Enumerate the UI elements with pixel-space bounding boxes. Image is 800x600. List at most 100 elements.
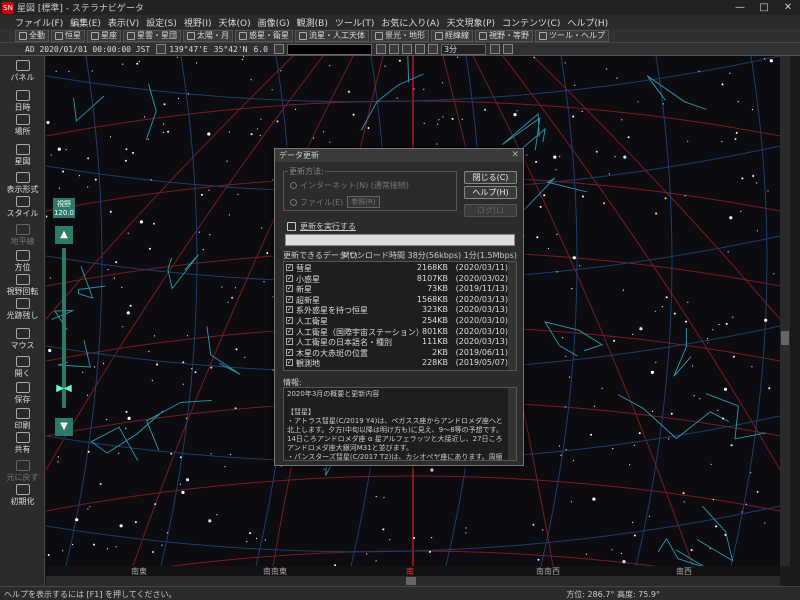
star	[49, 277, 51, 279]
sidebar-fov-rotation[interactable]: 視野回転	[2, 274, 43, 297]
toolbar-fov-button[interactable]: 視野・等野	[475, 29, 533, 42]
toolbar-all-button[interactable]: 全動	[15, 29, 49, 42]
item-checkbox[interactable]: ✓	[286, 264, 293, 271]
data-list-item[interactable]: ✓ 超新星 1568KB (2020/03/13)	[286, 295, 508, 305]
menu-phenomena[interactable]: 天文現象(P)	[447, 16, 495, 29]
longitude-field[interactable]: 139°47'E	[169, 45, 208, 54]
dialog-help-button[interactable]: ヘルプ(H)	[464, 186, 517, 199]
time-step-select[interactable]: 3分	[440, 43, 486, 55]
rewind-icon[interactable]	[375, 44, 386, 54]
data-list-item[interactable]: ✓ 新星 73KB (2019/11/13)	[286, 284, 508, 294]
sidebar-panel[interactable]: パネル	[2, 60, 43, 83]
minimize-button[interactable]: —	[728, 0, 752, 15]
horizontal-scroll-thumb[interactable]	[406, 577, 416, 585]
toolbar-gridlines-button[interactable]: 経緯線	[431, 29, 473, 42]
toolbar-tools-help-button[interactable]: ツール・ヘルプ	[535, 29, 609, 42]
sidebar-undo[interactable]: 元に戻す	[2, 460, 43, 483]
magnitude-field[interactable]: 6.0	[253, 45, 267, 54]
dialog-close-button[interactable]: 閉じる(C)	[464, 171, 517, 184]
sidebar-style[interactable]: スタイル	[2, 196, 43, 219]
date-field[interactable]: AD 2020/01/01 00:00:00 JST	[25, 45, 150, 54]
sidebar-datetime[interactable]: 日時	[2, 90, 43, 113]
item-date: (2020/03/10)	[455, 326, 508, 336]
toolbar-meteors-button[interactable]: 流星・人工天体	[295, 29, 369, 42]
data-list-item[interactable]: ✓ 小惑星 8107KB (2020/03/02)	[286, 274, 508, 284]
dialog-close-icon[interactable]: ✕	[511, 149, 519, 162]
location-icon[interactable]	[156, 44, 167, 54]
sidebar-print[interactable]: 印刷	[2, 408, 43, 431]
toolbar-stars-button[interactable]: 恒星	[51, 29, 85, 42]
item-checkbox[interactable]: ✓	[286, 327, 293, 335]
data-list-item[interactable]: ✓ 観測地 228KB (2019/05/07)	[286, 358, 508, 368]
data-list-item[interactable]: ✓ 人工衛星の日本語名・種別 111KB (2020/03/13)	[286, 337, 508, 347]
menu-settings[interactable]: 設定(S)	[146, 16, 177, 29]
toolbar-nebula-button[interactable]: 星雲・星団	[123, 29, 181, 42]
item-checkbox[interactable]: ✓	[286, 338, 293, 346]
close-window-button[interactable]: ✕	[776, 0, 800, 15]
data-list-item[interactable]: ✓ 彗星 2168KB (2020/03/11)	[286, 263, 508, 273]
info-textbox[interactable]: 2020年3月の概要と更新内容 【彗星】 ・アトラス彗星(C/2019 Y4)は、…	[283, 387, 517, 461]
zoom-slider-handle[interactable]: ▶◀	[53, 383, 75, 394]
item-checkbox[interactable]: ✓	[286, 359, 293, 367]
data-list-item[interactable]: ✓ 木星の大赤斑の位置 2KB (2019/06/11)	[286, 348, 508, 358]
horizontal-scrollbar[interactable]	[46, 576, 780, 586]
radio-internet[interactable]: インターネット(N) (通常接続)	[290, 180, 409, 191]
menu-favorites[interactable]: お気に入り(A)	[381, 16, 439, 29]
menu-observe[interactable]: 観測(B)	[297, 16, 328, 29]
sidebar-horizon[interactable]: 地平線	[2, 224, 43, 247]
vertical-scrollbar[interactable]	[780, 56, 790, 566]
menu-edit[interactable]: 編集(E)	[70, 16, 101, 29]
menu-fov[interactable]: 視野(I)	[184, 16, 212, 29]
play-icon[interactable]	[414, 44, 425, 54]
fast-forward-icon[interactable]	[427, 44, 438, 54]
item-checkbox[interactable]: ✓	[286, 348, 293, 356]
magnitude-dropdown-icon[interactable]	[273, 44, 284, 54]
menu-tools[interactable]: ツール(T)	[335, 16, 375, 29]
sidebar-mouse[interactable]: マウス	[2, 328, 43, 351]
toolbar-landscape-button[interactable]: 景光・地形	[371, 29, 429, 42]
step-back-2-icon[interactable]	[489, 44, 500, 54]
menu-view[interactable]: 表示(V)	[108, 16, 139, 29]
data-list-item[interactable]: ✓ 人工衛星 254KB (2020/03/10)	[286, 316, 508, 326]
toolbar-constellations-button[interactable]: 星座	[87, 29, 121, 42]
zoom-out-button[interactable]: ▼	[55, 418, 73, 436]
toolbar-planets-button[interactable]: 惑星・衛星	[235, 29, 293, 42]
data-list-item[interactable]: ✓ 系外惑星を持つ恒星 323KB (2020/03/13)	[286, 305, 508, 315]
menu-image[interactable]: 画像(G)	[258, 16, 290, 29]
sidebar-direction[interactable]: 方位	[2, 250, 43, 273]
item-checkbox[interactable]: ✓	[286, 285, 293, 293]
sidebar-save[interactable]: 保存	[2, 382, 43, 405]
vertical-scroll-thumb[interactable]	[781, 331, 789, 345]
info-scrollbar[interactable]	[508, 388, 516, 460]
radio-file[interactable]: ファイル(E) 参照(R)	[290, 196, 380, 208]
menu-help[interactable]: ヘルプ(H)	[567, 16, 608, 29]
sidebar-starmap[interactable]: 星図	[2, 144, 43, 167]
maximize-button[interactable]: □	[752, 0, 776, 15]
step-forward-icon[interactable]	[502, 44, 513, 54]
execute-update-link[interactable]: 更新を実行する	[287, 221, 356, 232]
sidebar-display-format[interactable]: 表示形式	[2, 172, 43, 195]
data-list-scrollbar[interactable]	[508, 262, 516, 370]
dialog-log-button[interactable]: ログ(L)	[464, 204, 517, 217]
item-checkbox[interactable]: ✓	[286, 317, 293, 324]
zoom-in-button[interactable]: ▲	[55, 226, 73, 244]
sidebar-share[interactable]: 共有	[2, 432, 43, 455]
data-list[interactable]: ✓ 彗星 2168KB (2020/03/11) ✓ 小惑星 8107KB (2020/03/…	[283, 261, 517, 371]
item-checkbox[interactable]: ✓	[286, 306, 293, 314]
toolbar-sun-moon-button[interactable]: 太陽・月	[183, 29, 233, 42]
object-search-select[interactable]	[286, 43, 372, 55]
sidebar-reset[interactable]: 初期化	[2, 484, 43, 507]
sidebar-open[interactable]: 開く	[2, 356, 43, 379]
sidebar-location[interactable]: 場所	[2, 114, 43, 137]
item-checkbox[interactable]: ✓	[286, 274, 293, 282]
sidebar-trails[interactable]: 光跡残し	[2, 298, 43, 321]
menu-file[interactable]: ファイル(F)	[15, 16, 63, 29]
item-checkbox[interactable]: ✓	[286, 295, 293, 303]
data-list-item[interactable]: ✓ 人工衛星（国際宇宙ステーション） 801KB (2020/03/10)	[286, 327, 508, 337]
latitude-field[interactable]: 35°42'N	[214, 45, 248, 54]
menu-objects[interactable]: 天体(O)	[219, 16, 251, 29]
browse-button[interactable]: 参照(R)	[347, 196, 380, 208]
step-back-icon[interactable]	[388, 44, 399, 54]
menu-contents[interactable]: コンテンツ(C)	[502, 16, 560, 29]
pause-icon[interactable]	[401, 44, 412, 54]
